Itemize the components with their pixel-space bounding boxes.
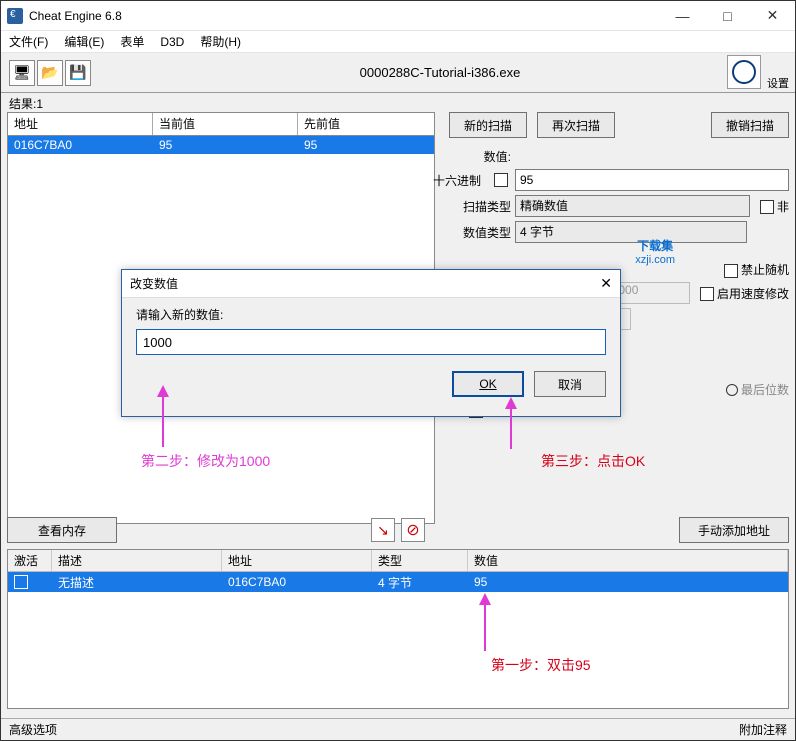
dialog-prompt: 请输入新的数值: <box>136 306 606 323</box>
col-type[interactable]: 类型 <box>372 550 468 571</box>
ce-logo-icon[interactable] <box>727 55 761 89</box>
dialog-titlebar[interactable]: 改变数值 ✕ <box>122 270 620 298</box>
dialog-value-input[interactable] <box>136 329 606 355</box>
col-value[interactable]: 当前值 <box>153 113 298 135</box>
menu-help[interactable]: 帮助(H) <box>200 33 241 50</box>
col-desc[interactable]: 描述 <box>52 550 222 571</box>
change-value-dialog: 改变数值 ✕ 请输入新的数值: OK 取消 <box>121 269 621 417</box>
not-label: 非 <box>777 200 789 214</box>
value-label: 数值: <box>449 148 511 165</box>
speedhack-label: 启用速度修改 <box>717 287 789 301</box>
next-scan-button[interactable]: 再次扫描 <box>537 112 615 138</box>
menubar: 文件(F) 编辑(E) 表单 D3D 帮助(H) <box>1 31 795 53</box>
address-table-header: 激活 描述 地址 类型 数值 <box>8 550 788 572</box>
minimize-button[interactable]: — <box>660 2 705 30</box>
undo-scan-button[interactable]: 撤销扫描 <box>711 112 789 138</box>
toolbar: 🖥 📂 💾 0000288C-Tutorial-i386.exe 设置 <box>1 53 795 93</box>
dialog-title: 改变数值 <box>130 275 178 292</box>
address-row-address[interactable]: 016C7BA0 <box>222 575 372 589</box>
value-input[interactable] <box>515 169 789 191</box>
address-row-value[interactable]: 95 <box>468 575 788 589</box>
speedhack-checkbox[interactable] <box>700 287 714 301</box>
app-icon <box>7 8 23 24</box>
col-value2[interactable]: 数值 <box>468 550 788 571</box>
watermark: 下载集 xzji.com <box>635 237 675 266</box>
new-scan-button[interactable]: 新的扫描 <box>449 112 527 138</box>
col-address2[interactable]: 地址 <box>222 550 372 571</box>
scantype-select[interactable]: 精确数值 <box>515 195 750 217</box>
lastdigit-radio[interactable] <box>726 384 738 396</box>
norandom-checkbox[interactable] <box>724 264 738 278</box>
scan-results-header: 地址 当前值 先前值 <box>7 112 435 136</box>
dialog-ok-button[interactable]: OK <box>452 371 524 397</box>
close-button[interactable]: ✕ <box>750 2 795 30</box>
valuetype-select[interactable]: 4 字节 <box>515 221 747 243</box>
add-annotation[interactable]: 附加注释 <box>739 721 787 738</box>
titlebar: Cheat Engine 6.8 — □ ✕ <box>1 1 795 31</box>
scan-result-previous: 95 <box>298 138 434 152</box>
settings-label[interactable]: 设置 <box>767 75 789 91</box>
dialog-close-icon[interactable]: ✕ <box>600 275 612 292</box>
active-checkbox[interactable] <box>14 575 28 589</box>
dialog-cancel-button[interactable]: 取消 <box>534 371 606 397</box>
advanced-options[interactable]: 高级选项 <box>9 721 57 738</box>
scan-result-value: 95 <box>153 138 298 152</box>
add-address-arrow-icon[interactable]: ↘ <box>371 518 395 542</box>
maximize-button[interactable]: □ <box>705 2 750 30</box>
open-process-icon[interactable]: 🖥 <box>9 60 35 86</box>
process-name: 0000288C-Tutorial-i386.exe <box>360 65 521 80</box>
hex-checkbox[interactable] <box>494 173 508 187</box>
open-file-icon[interactable]: 📂 <box>37 60 63 86</box>
manual-add-button[interactable]: 手动添加地址 <box>679 517 789 543</box>
valuetype-label: 数值类型 <box>449 224 511 241</box>
not-checkbox[interactable] <box>760 200 774 214</box>
scantype-label: 扫描类型 <box>449 198 511 215</box>
address-table: 激活 描述 地址 类型 数值 无描述 016C7BA0 4 字节 95 <box>7 549 789 709</box>
results-count: 结果:1 <box>1 93 795 112</box>
window-title: Cheat Engine 6.8 <box>29 9 122 23</box>
menu-file[interactable]: 文件(F) <box>9 33 48 50</box>
menu-edit[interactable]: 编辑(E) <box>64 33 104 50</box>
hex-label: 十六进制 <box>433 172 481 189</box>
address-row-desc[interactable]: 无描述 <box>52 574 222 591</box>
norandom-label: 禁止随机 <box>741 263 789 277</box>
menu-table[interactable]: 表单 <box>120 33 144 50</box>
mid-toolbar: 查看内存 ↘ ⊘ 手动添加地址 <box>7 517 789 543</box>
col-previous[interactable]: 先前值 <box>298 113 434 135</box>
col-active[interactable]: 激活 <box>8 550 52 571</box>
address-row[interactable]: 无描述 016C7BA0 4 字节 95 <box>8 572 788 592</box>
lastdigit-label: 最后位数 <box>741 381 789 398</box>
col-address[interactable]: 地址 <box>8 113 153 135</box>
address-row-type[interactable]: 4 字节 <box>372 574 468 591</box>
no-entry-icon[interactable]: ⊘ <box>401 518 425 542</box>
view-memory-button[interactable]: 查看内存 <box>7 517 117 543</box>
statusbar: 高级选项 附加注释 <box>1 718 795 740</box>
save-icon[interactable]: 💾 <box>65 60 91 86</box>
scan-result-row[interactable]: 016C7BA0 95 95 <box>8 136 434 154</box>
scan-result-address: 016C7BA0 <box>8 138 153 152</box>
menu-d3d[interactable]: D3D <box>160 35 184 49</box>
